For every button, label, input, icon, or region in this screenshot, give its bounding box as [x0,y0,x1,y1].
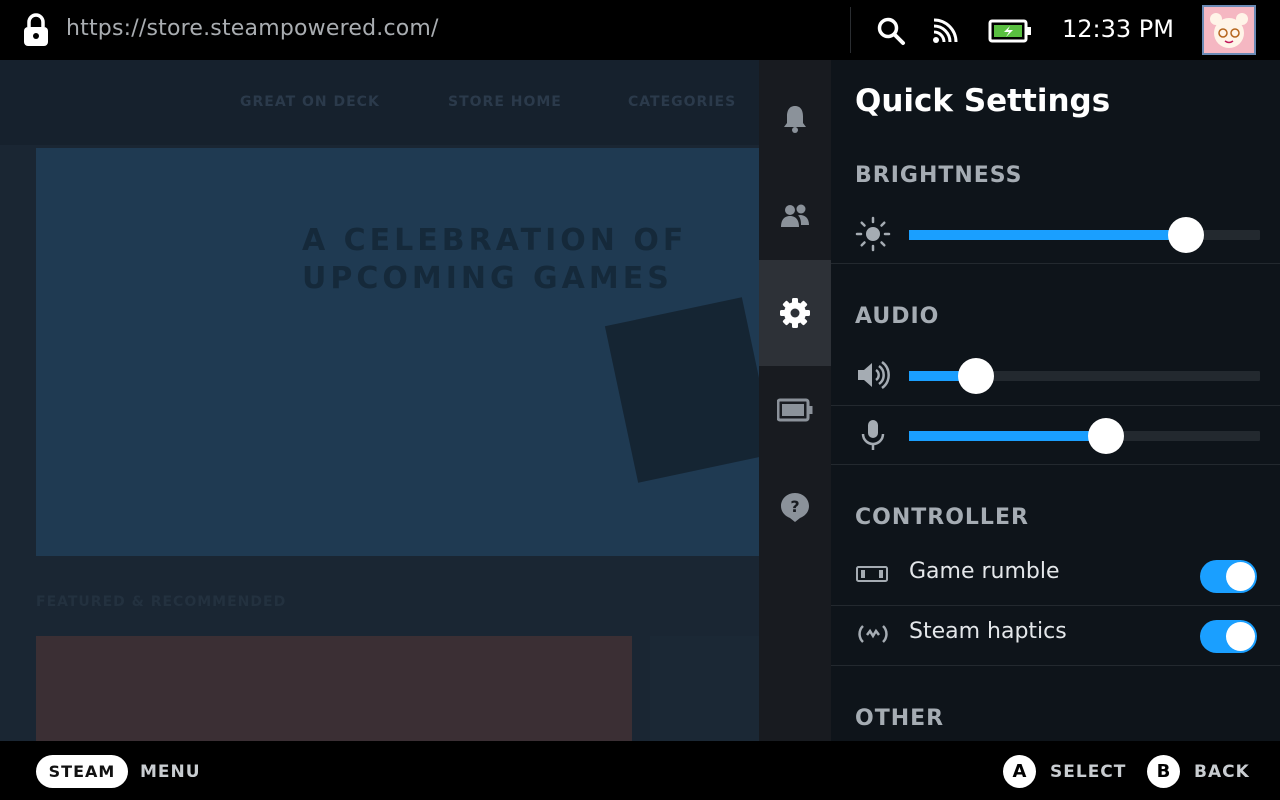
b-button-icon[interactable]: B [1147,755,1180,788]
volume-slider-handle[interactable] [957,358,994,394]
rail-item-notifications[interactable] [759,66,831,172]
cast-icon[interactable] [930,16,960,46]
divider [831,665,1280,666]
hero-title-line: A CELEBRATION OF [302,223,688,258]
section-title: FEATURED & RECOMMENDED [36,594,287,610]
battery-icon [777,398,813,422]
lock-icon [24,13,48,46]
other-header: OTHER [855,706,945,731]
panel-title: Quick Settings [855,83,1111,119]
volume-slider[interactable] [909,358,1260,394]
store-page-background: GREAT ON DECK STORE HOME CATEGORIES A CE… [0,60,760,741]
store-nav-item: CATEGORIES [628,94,737,110]
steam-haptics-toggle[interactable] [1200,620,1257,653]
quick-settings-panel: Quick Settings BRIGHTNESS AUDIO CONTROLL… [831,60,1280,741]
steam-haptics-label: Steam haptics [909,619,1067,644]
battery-charging-icon[interactable] [988,18,1032,44]
controller-header: CONTROLLER [855,505,1029,530]
featured-card [650,636,760,741]
store-nav-item: GREAT ON DECK [240,94,380,110]
divider [831,263,1280,264]
hero-title: A CELEBRATION OF UPCOMING GAMES [302,222,687,298]
svg-text:?: ? [790,497,799,516]
toggle-knob [1226,622,1255,651]
user-avatar[interactable] [1202,5,1256,55]
url-bar[interactable]: https://store.steampowered.com/ [66,16,439,41]
haptics-icon [858,625,888,643]
bottom-bar: STEAM MENU A SELECT B BACK [0,741,1280,800]
avatar-image [1204,7,1254,53]
select-label: SELECT [1050,762,1127,782]
top-bar: https://store.steampowered.com/ 12:33 PM [0,0,1280,60]
quick-access-rail: ? [759,60,831,741]
rail-item-help[interactable]: ? [759,454,831,560]
search-icon[interactable] [876,16,906,46]
brightness-icon [855,216,891,252]
audio-header: AUDIO [855,304,940,329]
divider [831,605,1280,606]
microphone-slider-fill [909,431,1106,441]
game-rumble-label: Game rumble [909,559,1060,584]
a-button-icon[interactable]: A [1003,755,1036,788]
gear-icon [780,298,810,328]
rail-item-performance[interactable] [759,357,831,463]
game-rumble-toggle[interactable] [1200,560,1257,593]
top-bar-divider [850,7,851,53]
brightness-header: BRIGHTNESS [855,163,1023,188]
featured-card [36,636,632,741]
hero-title-line: UPCOMING GAMES [302,261,673,296]
divider [831,464,1280,465]
bell-icon [784,106,806,133]
rail-item-quick-settings[interactable] [759,260,831,366]
menu-label: MENU [140,762,201,782]
microphone-slider-handle[interactable] [1087,418,1124,454]
friends-icon [781,204,809,227]
store-nav-item: STORE HOME [448,94,562,110]
volume-icon [858,360,890,390]
help-icon: ? [781,493,809,522]
toggle-knob [1226,562,1255,591]
rail-item-friends[interactable] [759,163,831,269]
microphone-icon [861,420,885,450]
back-label: BACK [1194,762,1250,782]
clock: 12:33 PM [1062,15,1174,43]
divider [831,405,1280,406]
brightness-slider-handle[interactable] [1168,217,1205,253]
rumble-icon [856,566,888,582]
brightness-slider[interactable] [909,217,1260,253]
microphone-slider[interactable] [909,418,1260,454]
steam-button[interactable]: STEAM [36,755,128,788]
brightness-slider-fill [909,230,1187,240]
store-nav: GREAT ON DECK STORE HOME CATEGORIES [0,60,760,145]
